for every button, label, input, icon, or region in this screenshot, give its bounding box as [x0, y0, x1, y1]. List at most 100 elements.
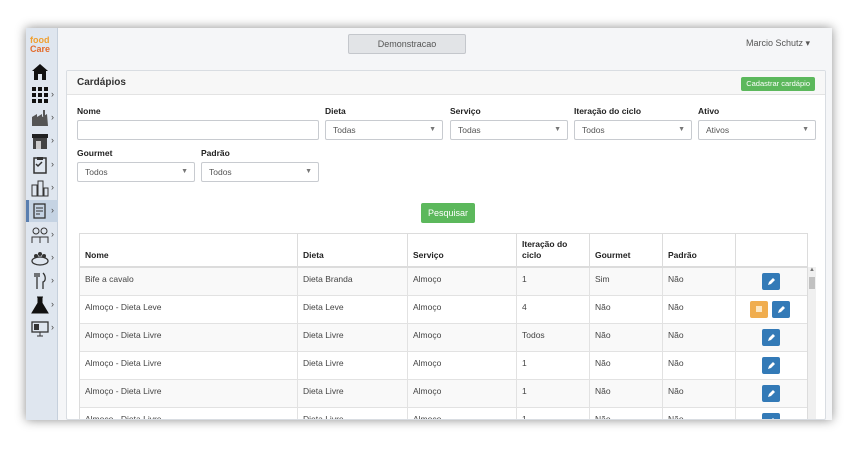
user-menu[interactable]: Marcio Schutz ▾ — [746, 38, 810, 49]
diet-select[interactable]: Todas ▼ — [325, 120, 443, 140]
chevron-right-icon: › — [51, 205, 54, 215]
sidebar-item-home[interactable] — [26, 61, 58, 83]
people-icon — [31, 227, 49, 243]
cell-name: Almoço - Dieta Livre — [80, 352, 298, 380]
sidebar-item-lab[interactable]: › — [26, 294, 58, 316]
edit-button[interactable] — [772, 301, 790, 318]
edit-button[interactable] — [762, 273, 780, 290]
cell-service: Almoço — [408, 324, 517, 352]
sidebar-item-menus[interactable]: › — [26, 200, 58, 222]
sidebar-item-checklist[interactable]: › — [26, 154, 58, 176]
menus-table: Nome Dieta Serviço Iteração do ciclo Gou… — [79, 233, 808, 419]
sidebar-item-buildings[interactable]: › — [26, 177, 58, 199]
column-header-gourmet[interactable]: Gourmet — [590, 234, 663, 267]
table-row[interactable]: Almoço - Dieta Livre Dieta Livre Almoço … — [80, 408, 807, 419]
column-header-diet[interactable]: Dieta — [298, 234, 408, 267]
table-row[interactable]: Almoço - Dieta Livre Dieta Livre Almoço … — [80, 324, 807, 352]
search-button[interactable]: Pesquisar — [421, 203, 475, 223]
table-row[interactable]: Almoço - Dieta Leve Dieta Leve Almoço 4 … — [80, 296, 807, 324]
chevron-right-icon: › — [51, 229, 54, 239]
chevron-right-icon: › — [51, 322, 54, 332]
table-row[interactable]: Bife a cavalo Dieta Branda Almoço 1 Sim … — [80, 268, 807, 296]
cell-gourmet: Não — [590, 408, 663, 419]
cell-diet: Dieta Branda — [298, 268, 408, 296]
gourmet-select[interactable]: Todos ▼ — [77, 162, 195, 182]
edit-button[interactable] — [762, 357, 780, 374]
cell-name: Almoço - Dieta Livre — [80, 380, 298, 408]
name-label: Nome — [77, 106, 101, 116]
edit-button[interactable] — [762, 413, 780, 419]
pencil-icon — [768, 334, 775, 341]
building-icon — [31, 180, 49, 197]
table-scrollbar[interactable]: ▲ — [808, 267, 816, 419]
cell-gourmet: Não — [590, 352, 663, 380]
column-header-name[interactable]: Nome — [80, 234, 298, 267]
caret-down-icon: ▼ — [554, 126, 561, 133]
edit-button[interactable] — [762, 329, 780, 346]
chevron-right-icon: › — [51, 89, 54, 99]
add-menu-button[interactable]: Cadastrar cardápio — [741, 77, 815, 91]
pencil-icon — [768, 278, 775, 285]
sidebar-item-dashboard[interactable]: › — [26, 84, 58, 106]
top-bar: Demonstracao Marcio Schutz ▾ — [58, 28, 832, 62]
cell-name: Bife a cavalo — [80, 268, 298, 296]
table-header: Nome Dieta Serviço Iteração do ciclo Gou… — [80, 233, 807, 268]
edit-button[interactable] — [762, 385, 780, 402]
sidebar-item-production[interactable]: › — [26, 107, 58, 129]
table-row[interactable]: Almoço - Dieta Livre Dieta Livre Almoço … — [80, 352, 807, 380]
brand-logo[interactable]: food Care — [30, 36, 56, 54]
cell-service: Almoço — [408, 268, 517, 296]
panel-header: Cardápios Cadastrar cardápio — [67, 71, 825, 95]
checklist-icon — [33, 157, 47, 174]
service-label: Serviço — [450, 106, 481, 116]
warning-button[interactable] — [750, 301, 768, 318]
note-icon — [756, 306, 762, 312]
cell-gourmet: Não — [590, 324, 663, 352]
cell-diet: Dieta Livre — [298, 408, 408, 419]
cycle-iteration-select[interactable]: Todos ▼ — [574, 120, 692, 140]
service-select[interactable]: Todas ▼ — [450, 120, 568, 140]
sidebar-item-reports[interactable]: › — [26, 317, 58, 339]
sidebar-item-people[interactable]: › — [26, 224, 58, 246]
cell-cycle-iteration: 4 — [517, 296, 590, 324]
meal-icon — [31, 252, 49, 266]
caret-down-icon: ▼ — [181, 168, 188, 175]
cell-gourmet: Sim — [590, 268, 663, 296]
column-header-default[interactable]: Padrão — [663, 234, 736, 267]
fork-knife-icon — [34, 272, 46, 289]
chevron-right-icon: › — [51, 159, 54, 169]
column-header-service[interactable]: Serviço — [408, 234, 517, 267]
page-title: Cardápios — [77, 77, 126, 88]
monitor-icon — [31, 321, 49, 337]
cell-service: Almoço — [408, 380, 517, 408]
cell-diet: Dieta Leve — [298, 296, 408, 324]
gourmet-label: Gourmet — [77, 148, 113, 158]
cell-name: Almoço - Dieta Livre — [80, 408, 298, 419]
flask-icon — [31, 296, 49, 314]
cell-diet: Dieta Livre — [298, 324, 408, 352]
cell-default: Não — [663, 324, 736, 352]
store-icon — [32, 134, 48, 149]
column-header-cycle-iteration[interactable]: Iteração do ciclo — [517, 234, 590, 267]
pencil-icon — [768, 390, 775, 397]
scrollbar-thumb[interactable] — [809, 277, 815, 289]
sidebar: food Care › › › › › › › › › › › — [26, 28, 58, 420]
chevron-right-icon: › — [51, 252, 54, 262]
cell-default: Não — [663, 380, 736, 408]
scroll-up-icon[interactable]: ▲ — [809, 267, 815, 273]
sidebar-item-store[interactable]: › — [26, 130, 58, 152]
table-row[interactable]: Almoço - Dieta Livre Dieta Livre Almoço … — [80, 380, 807, 408]
active-select[interactable]: Ativos ▼ — [698, 120, 816, 140]
sidebar-item-recipes[interactable]: › — [26, 270, 58, 292]
name-input[interactable] — [77, 120, 319, 140]
pencil-icon — [772, 418, 774, 419]
cell-default: Não — [663, 408, 736, 419]
grid-icon — [32, 87, 48, 103]
cell-cycle-iteration: Todos — [517, 324, 590, 352]
chevron-right-icon: › — [51, 135, 54, 145]
default-select[interactable]: Todos ▼ — [201, 162, 319, 182]
environment-button[interactable]: Demonstracao — [348, 34, 466, 54]
cell-gourmet: Não — [590, 380, 663, 408]
cell-service: Almoço — [408, 296, 517, 324]
sidebar-item-meals[interactable]: › — [26, 247, 58, 269]
